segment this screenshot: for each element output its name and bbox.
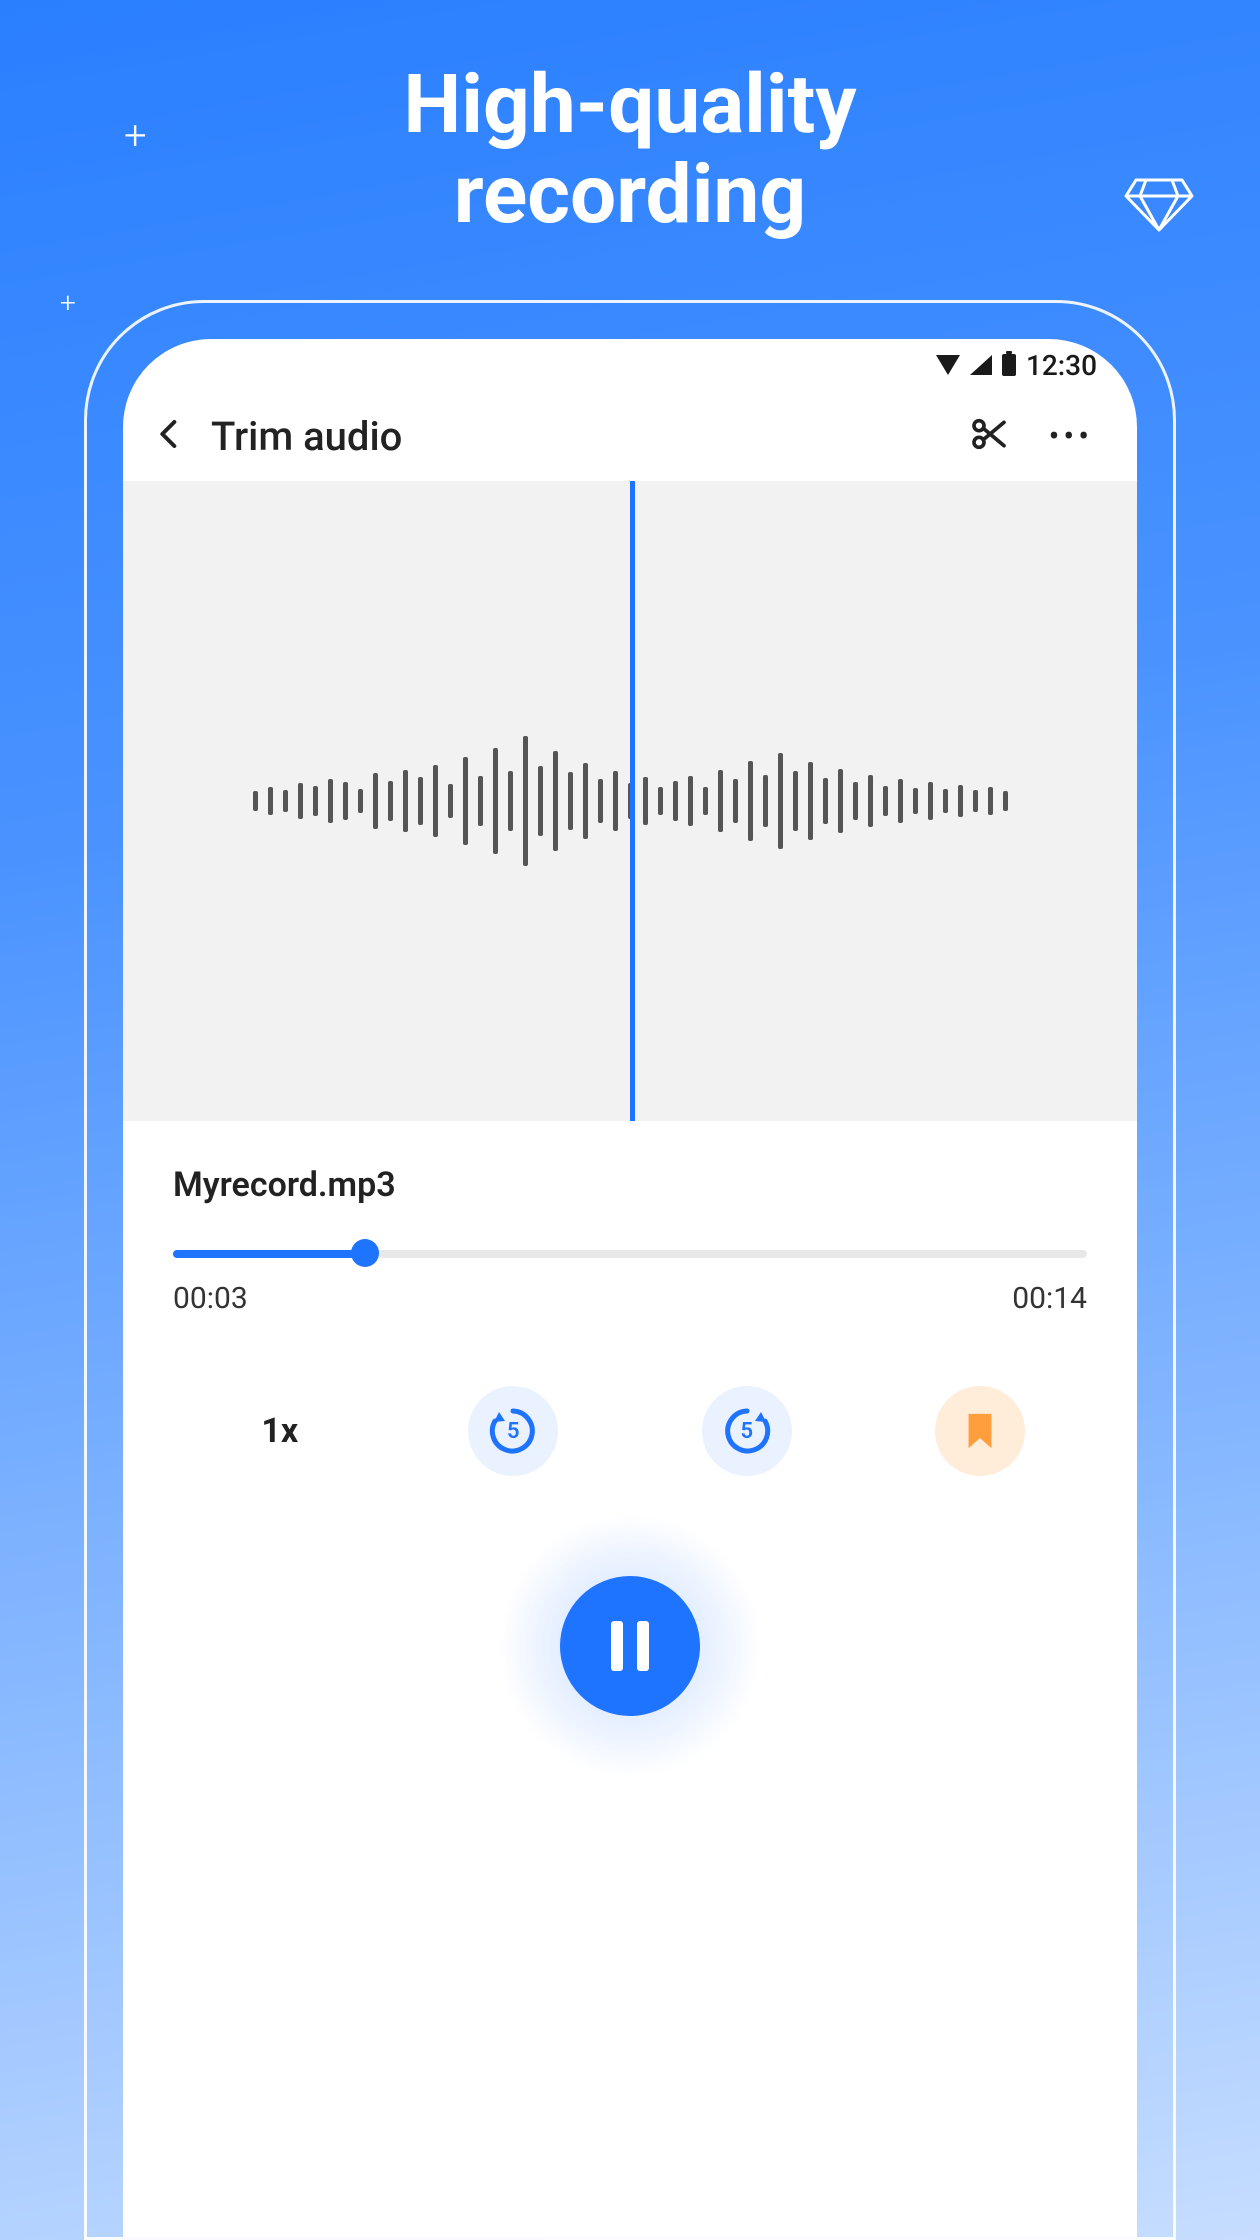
pause-bar-icon: [637, 1621, 649, 1671]
app-bar: Trim audio •••: [123, 391, 1137, 481]
hero-title-line2: recording: [454, 147, 807, 243]
hero-title-line1: High-quality: [403, 57, 856, 153]
controls-row: 1x 5 5: [123, 1316, 1137, 1476]
playhead-indicator: [630, 481, 635, 1121]
waveform-display[interactable]: [123, 481, 1137, 1121]
battery-icon: [1002, 354, 1016, 376]
seek-back-seconds: 5: [507, 1419, 520, 1444]
current-time: 00:03: [173, 1281, 248, 1316]
bookmark-button[interactable]: [935, 1386, 1025, 1476]
promo-background: High-quality recording + + 12:30 Trim au…: [0, 0, 1260, 2240]
play-area: [123, 1576, 1137, 1716]
back-button[interactable]: [153, 418, 185, 454]
bookmark-icon: [962, 1411, 998, 1451]
chevron-left-icon: [153, 418, 185, 450]
total-time: 00:14: [1012, 1281, 1087, 1316]
diamond-icon: [1124, 176, 1194, 234]
player-info: Myrecord.mp3 00:03 00:14: [123, 1121, 1137, 1316]
playback-speed-button[interactable]: 1x: [235, 1411, 325, 1451]
phone-screen: 12:30 Trim audio •••: [123, 339, 1137, 2237]
seek-forward-seconds: 5: [740, 1419, 753, 1444]
file-name: Myrecord.mp3: [173, 1165, 1087, 1205]
plus-decoration-icon: +: [124, 112, 147, 159]
seek-back-button[interactable]: 5: [468, 1386, 558, 1476]
hero-title: High-quality recording: [0, 60, 1260, 240]
cut-button[interactable]: [969, 414, 1009, 458]
seek-forward-button[interactable]: 5: [702, 1386, 792, 1476]
more-options-button[interactable]: •••: [1035, 417, 1107, 455]
phone-frame: 12:30 Trim audio •••: [84, 300, 1176, 2240]
time-row: 00:03 00:14: [173, 1281, 1087, 1316]
scissors-icon: [969, 414, 1009, 454]
signal-icon: [970, 355, 992, 375]
pause-bar-icon: [611, 1621, 623, 1671]
status-time: 12:30: [1026, 349, 1097, 382]
wifi-icon: [936, 355, 960, 375]
progress-slider[interactable]: [173, 1241, 1087, 1263]
pause-button[interactable]: [560, 1576, 700, 1716]
plus-decoration-icon: +: [60, 286, 76, 319]
slider-thumb[interactable]: [351, 1239, 379, 1267]
status-bar: 12:30: [123, 339, 1137, 391]
page-title: Trim audio: [211, 413, 943, 460]
slider-fill: [173, 1250, 365, 1258]
